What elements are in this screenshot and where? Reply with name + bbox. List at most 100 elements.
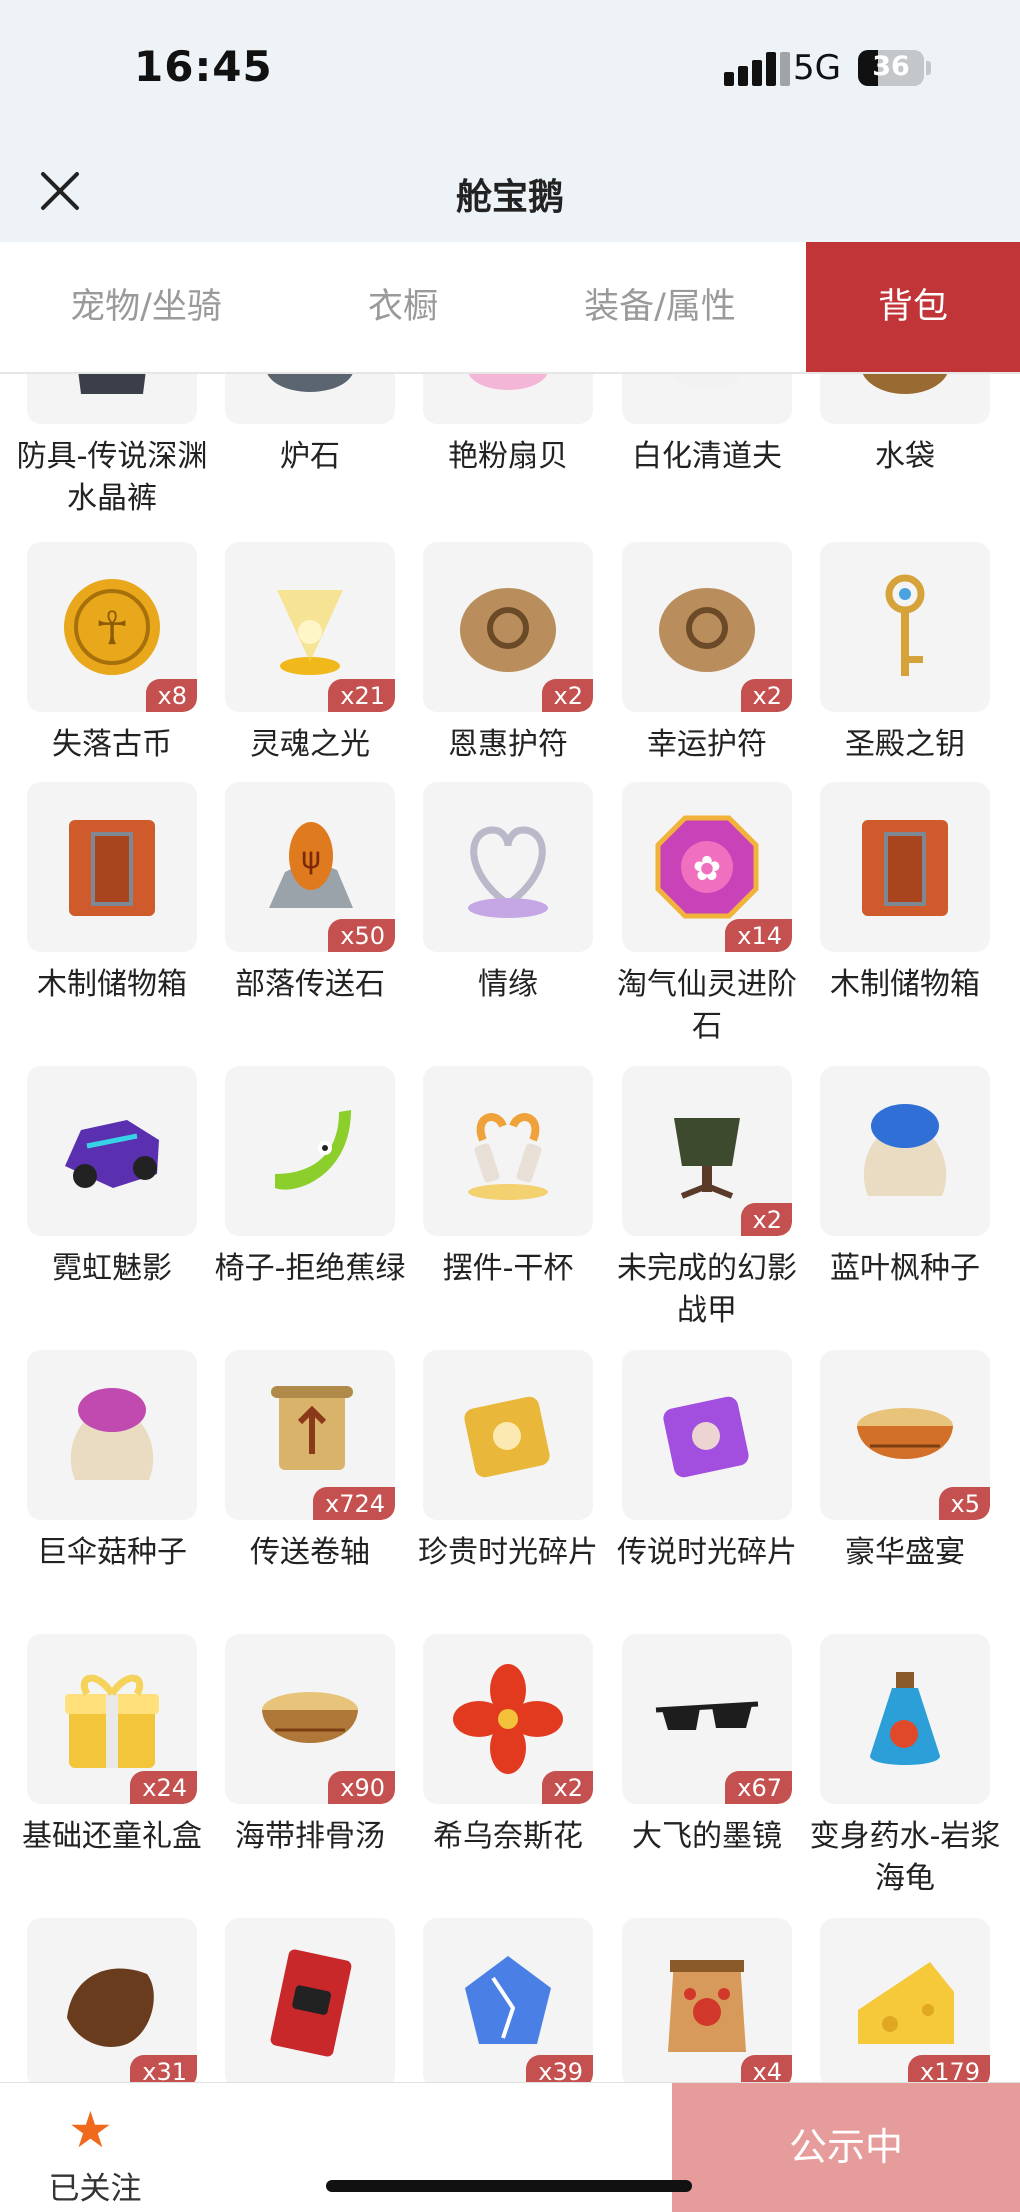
item-count-badge: x21 [328,679,395,712]
follow-label: 已关注 [48,2171,142,2207]
item-tile [423,1066,593,1236]
pet-food-icon [668,1960,746,2052]
status-time: 16:45 [134,42,273,91]
crystal-icon [465,1956,551,2044]
item-tile [423,374,593,424]
item-tile [423,1350,593,1520]
item-tile: x5 [820,1350,990,1520]
battery-level: 36 [872,51,910,82]
item-tile: x67 [622,1634,792,1804]
item-name: 椅子-拒绝蕉绿 [214,1251,406,1286]
crate-icon [69,820,155,916]
item-tile [225,1066,395,1236]
item-name: 木制储物箱 [37,967,187,1002]
item-name: 蓝叶枫种子 [830,1251,980,1286]
item-name: 防具-传说深渊水晶裤 [16,439,208,516]
puzzle-icon [464,1396,550,1478]
item-name: 珍贵时光碎片 [418,1535,598,1570]
item-count-badge: x31 [130,2055,197,2082]
scroll-icon [271,1386,353,1470]
home-indicator [326,2180,692,2192]
follow-button[interactable]: ★ 已关注 [0,2083,190,2212]
water-bag-icon [862,374,948,394]
item-tile [225,1918,395,2082]
bowl-icon [262,1692,358,1743]
banana-icon [275,1110,351,1190]
gem-icon: ✿ [655,815,759,919]
item-name: 海带排骨汤 [235,1819,385,1854]
item-tile [423,782,593,952]
tab-equipment[interactable]: 装备/属性 [514,242,806,372]
battery-icon: 36 [858,50,924,86]
coin-icon: ☥ [64,579,160,675]
item-count-badge: x5 [938,1487,990,1520]
public-status-button[interactable]: 公示中 [672,2083,1020,2212]
item-count-badge: x50 [328,919,395,952]
teleport-stone-icon: ψ [269,822,353,908]
item-count-badge: x39 [526,2055,593,2082]
item-tile [27,782,197,952]
item-name: 水袋 [875,439,935,474]
item-name: 大飞的墨镜 [632,1819,782,1854]
flower-icon [453,1664,563,1774]
soul-light-icon [277,590,343,675]
item-tile [27,1066,197,1236]
vehicle-icon [65,1120,159,1188]
item-count-badge: x14 [725,919,792,952]
tab-backpack[interactable]: 背包 [806,242,1020,372]
item-name: 传送卷轴 [250,1535,370,1570]
nav-bar: 舱宝鹅 [0,132,1020,242]
item-name: 炉石 [280,439,340,474]
tab-wardrobe[interactable]: 衣橱 [292,242,514,372]
item-tile [27,374,197,424]
item-name: 变身药水-岩浆海龟 [809,1819,1001,1896]
hearthstone-icon [267,374,353,392]
item-tile: x31 [27,1918,197,2082]
item-tile: ✿ x14 [622,782,792,952]
crate-icon [862,820,948,916]
item-count-badge: x4 [740,2055,792,2082]
card-icon [270,1949,352,2057]
heart-ornament-icon [468,826,548,918]
item-name: 摆件-干杯 [442,1251,574,1286]
bowl-icon [857,1408,953,1459]
potion-icon [870,1672,940,1765]
item-tile: x2 [423,1634,593,1804]
item-tile [820,1066,990,1236]
item-name: 灵魂之光 [250,727,370,762]
item-name: 豪华盛宴 [845,1535,965,1570]
item-count-badge: x724 [312,1487,395,1520]
tab-pets-mounts[interactable]: 宠物/坐骑 [0,242,292,372]
svg-text:☥: ☥ [95,601,129,655]
item-count-badge: x179 [907,2055,990,2082]
armor-icon [78,374,146,394]
item-name: 失落古币 [52,727,172,762]
seed-bag-icon [863,1104,947,1196]
network-label: 5G [793,48,841,88]
item-name: 圣殿之钥 [845,727,965,762]
item-tile: x179 [820,1918,990,2082]
armor-stand-icon [674,1118,740,1199]
bottom-bar: ★ 已关注 公示中 [0,2082,1020,2212]
item-count-badge: x2 [740,679,792,712]
gift-box-icon [65,1674,159,1768]
fish-icon [673,374,741,388]
item-count-badge: x90 [328,1771,395,1804]
item-tile [27,1350,197,1520]
item-name: 恩惠护符 [448,727,568,762]
item-tile [622,374,792,424]
item-tile: x21 [225,542,395,712]
item-tile: x4 [622,1918,792,2082]
item-count-badge: x67 [725,1771,792,1804]
item-name: 希乌奈斯花 [433,1819,583,1854]
svg-text:✿: ✿ [693,849,722,889]
star-icon: ★ [68,2101,113,2159]
seed-bag-icon [70,1388,154,1480]
item-tile: x2 [622,542,792,712]
status-bar: 16:45 5G 36 [0,0,1020,132]
item-name: 基础还童礼盒 [22,1819,202,1854]
item-count-badge: x2 [740,1203,792,1236]
item-name: 未完成的幻影战甲 [617,1251,797,1328]
item-tile: x2 [622,1066,792,1236]
page-title: 舱宝鹅 [455,177,564,218]
